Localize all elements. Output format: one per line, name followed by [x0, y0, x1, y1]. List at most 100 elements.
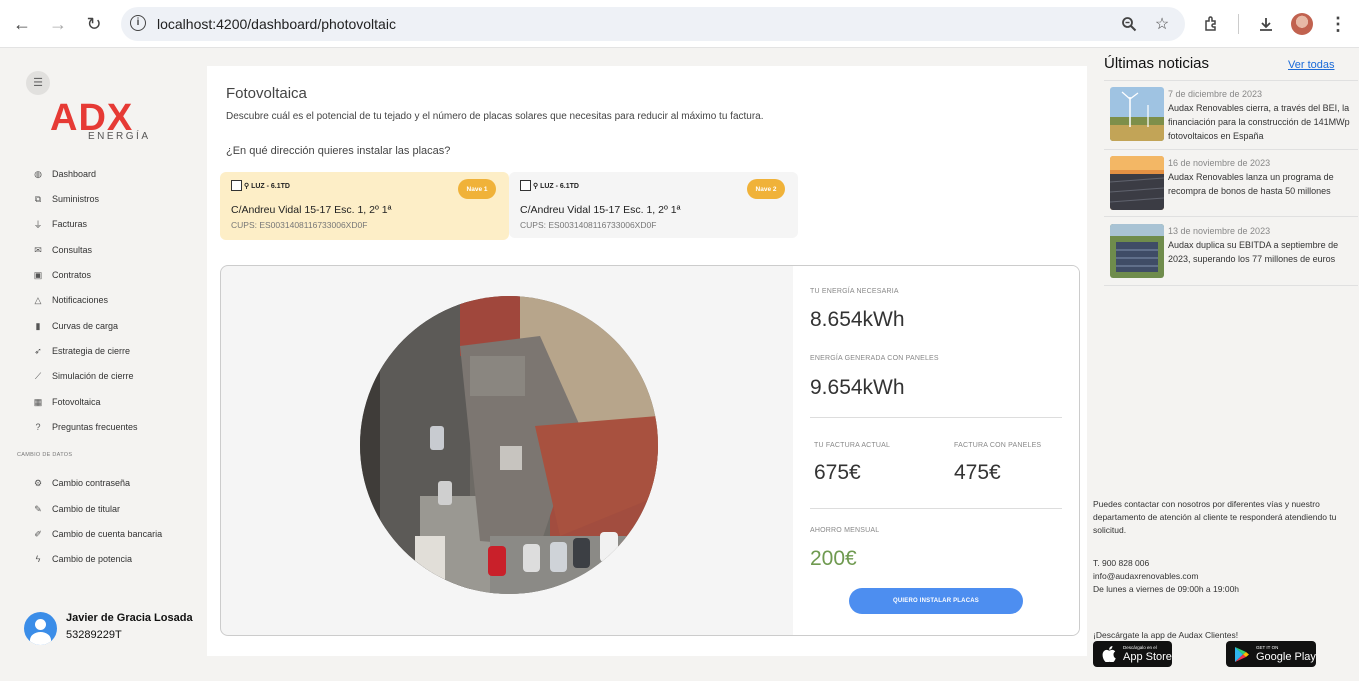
news-thumbnail[interactable] — [1110, 156, 1164, 210]
reload-icon[interactable]: ↻ — [82, 12, 106, 36]
section-title-cambio-datos: CAMBIO DE DATOS — [17, 452, 73, 458]
pencil-icon: ✎ — [34, 503, 42, 514]
sidebar-item-curvas[interactable]: ▮ Curvas de carga — [33, 318, 119, 334]
address-bar[interactable]: i localhost:4200/dashboard/photovoltaic … — [121, 7, 1185, 41]
url-text[interactable]: localhost:4200/dashboard/photovoltaic — [157, 16, 396, 32]
panel-bill-value: 475€ — [954, 461, 1001, 484]
google-play-button[interactable]: GET IT ON Google Play — [1226, 641, 1316, 667]
monthly-saving-label: AHORRO MENSUAL — [810, 527, 880, 534]
divider — [810, 508, 1062, 509]
sidebar-item-label: Cambio de cuenta bancaria — [52, 529, 163, 539]
sidebar-item-cambio-potencia[interactable]: ϟ Cambio de potencia — [33, 551, 132, 567]
divider — [1104, 149, 1358, 150]
sidebar-item-label: Facturas — [52, 219, 88, 229]
sidebar: ☰ ADX ENERGÍA ◍ Dashboard ⧉ Suministros … — [0, 48, 200, 681]
user-avatar[interactable] — [24, 612, 57, 645]
page-description: Descubre cuál es el potencial de tu teja… — [226, 111, 764, 122]
logo-sub-text: ENERGÍA — [88, 131, 151, 142]
site-info-icon[interactable]: i — [130, 15, 146, 31]
mail-icon: ✉ — [34, 244, 42, 255]
forward-icon[interactable]: → — [46, 12, 70, 36]
supply-type: ⚲ LUZ - 6.1TD — [533, 183, 579, 190]
sidebar-item-label: Suministros — [52, 194, 100, 204]
nave-badge: Nave 2 — [747, 179, 785, 199]
browser-toolbar: ← → ↻ i localhost:4200/dashboard/photovo… — [0, 0, 1359, 48]
news-headline[interactable]: Audax Renovables cierra, a través del BE… — [1168, 101, 1353, 143]
direction-question: ¿En qué dirección quieres instalar las p… — [226, 145, 451, 157]
install-panels-button[interactable]: QUIERO INSTALAR PLACAS — [849, 588, 1023, 614]
sidebar-item-consultas[interactable]: ✉ Consultas — [33, 242, 92, 258]
dashboard-icon: ◍ — [34, 168, 42, 179]
contact-phone[interactable]: T. 900 828 006 — [1093, 557, 1149, 570]
bookmark-star-icon[interactable]: ☆ — [1151, 13, 1173, 35]
news-title: Últimas noticias — [1104, 55, 1210, 72]
supply-checkbox[interactable] — [520, 180, 531, 191]
monthly-saving-value: 200€ — [810, 547, 857, 570]
extensions-icon[interactable] — [1200, 12, 1224, 36]
supply-type: ⚲ LUZ - 6.1TD — [244, 183, 290, 190]
supply-card-nave-1[interactable]: ⚲ LUZ - 6.1TD Nave 1 C/Andreu Vidal 15-1… — [220, 172, 509, 240]
briefcase-icon: ▣ — [33, 269, 43, 280]
sidebar-item-label: Simulación de cierre — [52, 371, 134, 381]
news-date: 7 de diciembre de 2023 — [1168, 89, 1263, 99]
supply-checkbox[interactable] — [231, 180, 242, 191]
user-name: Javier de Gracia Losada — [66, 612, 193, 624]
sidebar-item-facturas[interactable]: ⏚ Facturas — [33, 216, 87, 232]
zoom-icon[interactable] — [1118, 13, 1140, 35]
app-store-button[interactable]: Descárgalo en el App Store — [1093, 641, 1172, 667]
panel-bill-label: FACTURA CON PANELES — [954, 442, 1042, 449]
profile-avatar[interactable] — [1291, 13, 1313, 35]
sidebar-item-notificaciones[interactable]: △ Notificaciones — [33, 292, 109, 308]
adx-logo[interactable]: ADX ENERGÍA — [50, 98, 156, 142]
gear-icon: ⚙ — [33, 477, 43, 488]
back-icon[interactable]: ← — [10, 12, 34, 36]
news-thumbnail[interactable] — [1110, 224, 1164, 278]
supply-cups: CUPS: ES0031408116733006XD0F — [231, 220, 368, 230]
sidebar-item-label: Dashboard — [52, 169, 97, 179]
needed-energy-value: 8.654kWh — [810, 308, 905, 331]
sidebar-item-cambio-titular[interactable]: ✎ Cambio de titular — [33, 501, 120, 517]
sidebar-item-dashboard[interactable]: ◍ Dashboard — [33, 166, 96, 182]
sidebar-item-label: Consultas — [52, 245, 93, 255]
sidebar-item-label: Cambio de titular — [52, 504, 121, 514]
see-all-news-link[interactable]: Ver todas — [1288, 59, 1334, 71]
supply-card-nave-2[interactable]: ⚲ LUZ - 6.1TD Nave 2 C/Andreu Vidal 15-1… — [509, 172, 798, 238]
sidebar-item-label: Notificaciones — [52, 295, 109, 305]
sidebar-item-label: Preguntas frecuentes — [52, 422, 138, 432]
supply-cups: CUPS: ES0031408116733006XD0F — [520, 220, 657, 230]
sidebar-item-cambio-contrasena[interactable]: ⚙ Cambio contraseña — [33, 475, 130, 491]
sidebar-item-simulacion[interactable]: ⟋ Simulación de cierre — [33, 368, 134, 384]
sidebar-item-estrategia[interactable]: ➶ Estrategia de cierre — [33, 343, 130, 359]
sidebar-item-cambio-cuenta[interactable]: ✐ Cambio de cuenta bancaria — [33, 526, 162, 542]
contact-hours: De lunes a viernes de 09:00h a 19:00h — [1093, 584, 1240, 594]
sidebar-item-label: Estrategia de cierre — [52, 346, 131, 356]
google-play-icon — [1232, 644, 1252, 664]
sidebar-item-suministros[interactable]: ⧉ Suministros — [33, 191, 99, 207]
sidebar-item-contratos[interactable]: ▣ Contratos — [33, 267, 91, 283]
news-date: 16 de noviembre de 2023 — [1168, 158, 1271, 168]
news-thumbnail[interactable] — [1110, 87, 1164, 141]
current-bill-label: TU FACTURA ACTUAL — [814, 442, 891, 449]
main-card: Fotovoltaica Descubre cuál es el potenci… — [207, 66, 1087, 656]
news-headline[interactable]: Audax duplica su EBITDA a septiembre de … — [1168, 238, 1353, 266]
sidebar-item-fotovoltaica[interactable]: ▦ Fotovoltaica — [33, 394, 101, 410]
solar-panel-icon: ▦ — [33, 396, 43, 407]
supplies-icon: ⧉ — [34, 193, 42, 204]
nave-badge: Nave 1 — [458, 179, 496, 199]
contact-intro: Puedes contactar con nosotros por difere… — [1093, 499, 1337, 535]
download-icon[interactable] — [1254, 12, 1278, 36]
divider — [810, 417, 1062, 418]
sidebar-item-preguntas[interactable]: ? Preguntas frecuentes — [33, 419, 138, 435]
contact-email[interactable]: info@audaxrenovables.com — [1093, 570, 1199, 583]
appstore-big-text: App Store — [1123, 651, 1172, 663]
roof-aerial-image[interactable] — [360, 296, 658, 594]
news-date: 13 de noviembre de 2023 — [1168, 226, 1271, 236]
page-title: Fotovoltaica — [226, 85, 307, 102]
menu-dots-icon[interactable]: ⋮ — [1326, 12, 1350, 36]
news-headline[interactable]: Audax Renovables lanza un programa de re… — [1168, 170, 1353, 198]
hamburger-icon[interactable]: ☰ — [26, 71, 50, 95]
rocket-icon: ➶ — [34, 345, 42, 356]
sidebar-item-label: Cambio de potencia — [52, 554, 133, 564]
current-bill-value: 675€ — [814, 461, 861, 484]
needed-energy-label: TU ENERGÍA NECESARIA — [810, 288, 899, 295]
